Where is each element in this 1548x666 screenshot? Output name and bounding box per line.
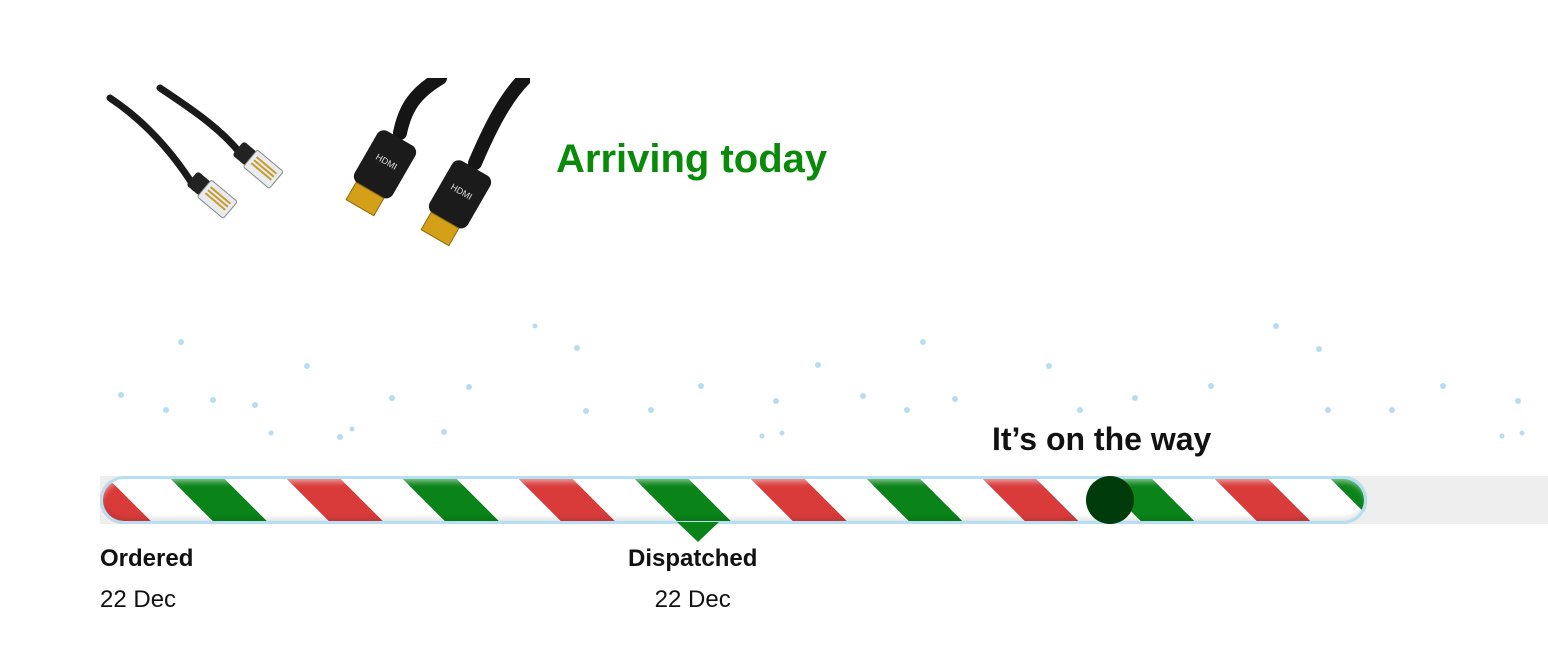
dispatched-pointer-icon <box>677 522 719 542</box>
step-ordered-label: Ordered <box>100 545 194 572</box>
shipping-progress-message: It’s on the way <box>992 421 1212 457</box>
snowflake-decoration <box>118 323 1525 440</box>
current-position-marker <box>1086 476 1134 524</box>
step-dispatched-date: 22 Dec <box>654 586 731 613</box>
step-dispatched: Dispatched 22 Dec <box>628 545 757 614</box>
step-dispatched-label: Dispatched <box>628 545 758 572</box>
step-ordered-date: 22 Dec <box>100 586 177 613</box>
product-images: HDMI HDMI <box>100 78 530 253</box>
ethernet-cable-image[interactable] <box>100 78 300 253</box>
progress-bar-fill <box>100 476 1367 524</box>
step-ordered: Ordered 22 Dec <box>100 545 193 614</box>
hdmi-cable-image[interactable]: HDMI HDMI <box>325 78 530 253</box>
arrival-status: Arriving today <box>556 137 828 181</box>
